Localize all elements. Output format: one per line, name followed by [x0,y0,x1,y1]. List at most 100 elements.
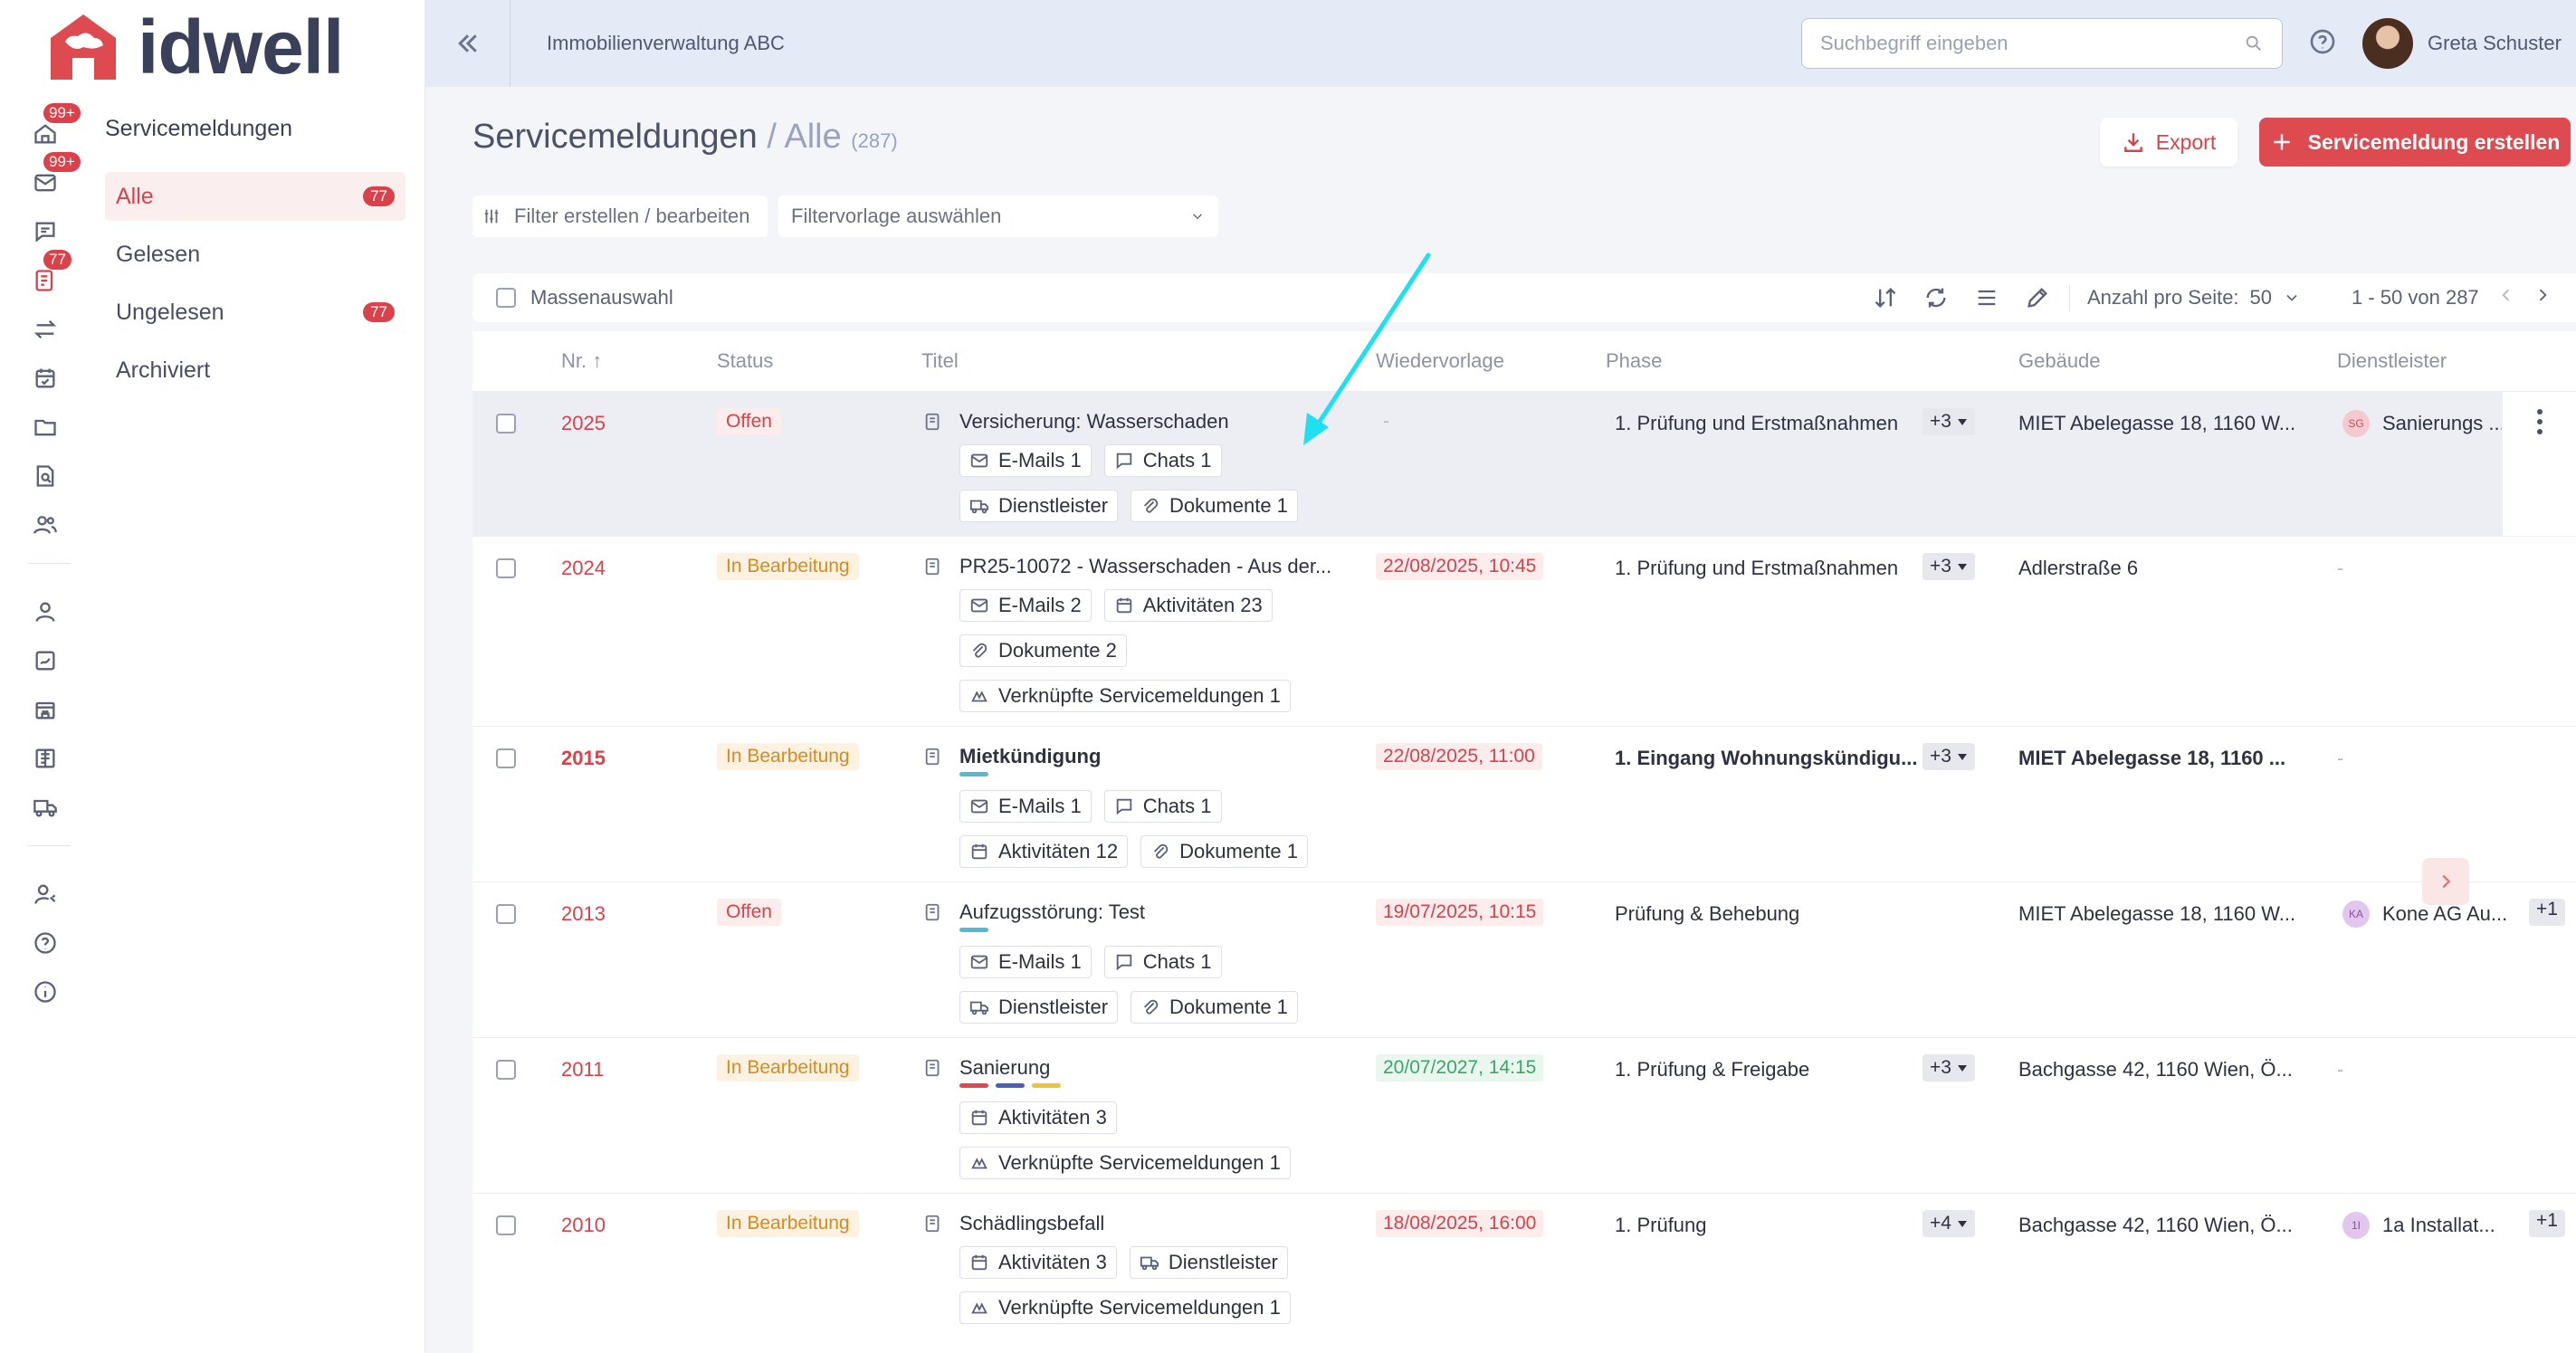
rail-transfer[interactable] [27,311,63,348]
ticket-number[interactable]: 2011 [561,1058,604,1081]
rail-contract[interactable] [27,643,63,679]
chip-dokumente[interactable]: Dokumente 2 [959,634,1127,667]
rail-help[interactable] [27,925,63,961]
row-checkbox[interactable] [496,414,516,434]
building-address[interactable]: Adlerstraße 6 [2018,557,2138,580]
building-address[interactable]: MIET Abelegasse 18, 1160 W... [2018,412,2295,435]
ticket-title[interactable]: PR25-10072 - Wasserschaden - Aus der... [959,555,1331,578]
column-header-status[interactable]: Status [717,349,773,373]
rail-home[interactable]: 99+ [27,103,81,152]
ticket-title[interactable]: Mietkündigung [959,745,1101,768]
row-checkbox[interactable] [496,1060,516,1080]
chip-aktivitaeten[interactable]: Aktivitäten 3 [959,1246,1117,1279]
filter-edit-button[interactable]: Filter erstellen / bearbeiten [472,195,768,237]
service-provider[interactable]: Sanierungs ... [2382,412,2505,435]
phase-more-button[interactable]: +3 [1922,1054,1975,1081]
phase-more-button[interactable]: +4 [1922,1210,1975,1237]
chip-dokumente[interactable]: Dokumente 1 [1131,991,1298,1024]
per-page-select[interactable]: Anzahl pro Seite: 50 [2087,286,2301,310]
rail-person[interactable] [27,594,63,630]
building-address[interactable]: MIET Abelegasse 18, 1160 ... [2018,747,2285,770]
row-actions-menu[interactable] [2502,392,2576,537]
ticket-title[interactable]: Aufzugsstörung: Test [959,900,1145,924]
filter-template-select[interactable]: Filtervorlage auswählen [778,195,1218,237]
chip-emails[interactable]: E-Mails 1 [959,946,1092,978]
ticket-number[interactable]: 2024 [561,557,606,580]
row-checkbox[interactable] [496,904,516,924]
chip-dienstleister[interactable]: Dienstleister [959,490,1119,522]
chip-dokumente[interactable]: Dokumente 1 [1140,835,1308,868]
chip-emails[interactable]: E-Mails 2 [959,589,1092,622]
subnav-item-alle[interactable]: Alle 77 [105,172,405,221]
help-button[interactable] [2308,27,2341,60]
chip-emails[interactable]: E-Mails 1 [959,444,1092,477]
subnav-item-gelesen[interactable]: Gelesen [105,230,405,279]
column-header-phase[interactable]: Phase [1606,349,1662,373]
ticket-title[interactable]: Schädlingsbefall [959,1212,1104,1235]
table-row[interactable]: 2025 Offen Versicherung: Wasserschaden E… [472,391,2576,537]
subnav-item-ungelesen[interactable]: Ungelesen 77 [105,288,405,337]
building-address[interactable]: Bachgasse 42, 1160 Wien, Ö... [2018,1214,2293,1237]
chip-chats[interactable]: Chats 1 [1103,946,1222,978]
rail-calendar[interactable] [27,360,63,396]
ticket-title[interactable]: Sanierung [959,1056,1050,1080]
expand-panel-button[interactable] [2422,858,2469,905]
ticket-title[interactable]: Versicherung: Wasserschaden [959,410,1229,434]
next-page-button[interactable] [2533,286,2552,310]
chip-aktivitaeten[interactable]: Aktivitäten 12 [959,835,1129,868]
service-provider[interactable]: Kone AG Au... [2382,902,2507,926]
phase-more-button[interactable]: +3 [1922,553,1975,580]
ticket-number[interactable]: 2010 [561,1214,606,1237]
table-row[interactable]: 2013 Offen Aufzugsstörung: Test E-Mails … [472,881,2576,1037]
table-row[interactable]: 2010 In Bearbeitung Schädlingsbefall Akt… [472,1193,2576,1353]
sort-button[interactable] [1872,284,1899,311]
row-checkbox[interactable] [496,1215,516,1235]
prev-page-button[interactable] [2497,286,2515,310]
column-header-gebaeude[interactable]: Gebäude [2018,349,2101,373]
subnav-item-archiviert[interactable]: Archiviert [105,346,405,395]
column-header-titel[interactable]: Titel [921,349,959,373]
provider-more-button[interactable]: +1 [2529,1210,2565,1237]
rail-users[interactable] [27,507,63,543]
user-menu[interactable]: Greta Schuster [2362,18,2562,69]
table-row[interactable]: 2011 In Bearbeitung Sanierung Aktivitäte… [472,1037,2576,1193]
chip-dokumente[interactable]: Dokumente 1 [1131,490,1298,522]
chip-dienstleister[interactable]: Dienstleister [1129,1246,1288,1279]
rail-truck[interactable] [27,789,63,825]
ticket-number[interactable]: 2015 [561,747,606,770]
export-button[interactable]: Export [2100,118,2237,167]
refresh-button[interactable] [1922,284,1950,311]
row-checkbox[interactable] [496,748,516,768]
building-address[interactable]: Bachgasse 42, 1160 Wien, Ö... [2018,1058,2293,1081]
rail-document-search[interactable] [27,458,63,494]
column-header-wiedervorlage[interactable]: Wiedervorlage [1376,349,1504,373]
rail-mail[interactable]: 99+ [27,152,81,201]
table-row[interactable]: 2015 In Bearbeitung Mietkündigung E-Mail… [472,726,2576,881]
rail-info[interactable] [27,974,63,1010]
phase-more-button[interactable]: +3 [1922,743,1975,770]
rail-building[interactable] [27,691,63,728]
chip-linked-tickets[interactable]: Verknüpfte Servicemeldungen 1 [959,1147,1291,1179]
collapse-sidebar-button[interactable] [425,0,510,87]
logo[interactable]: idwell [47,9,344,85]
row-checkbox[interactable] [496,558,516,578]
provider-more-button[interactable]: +1 [2529,899,2565,926]
chip-emails[interactable]: E-Mails 1 [959,790,1092,823]
chip-linked-tickets[interactable]: Verknüpfte Servicemeldungen 1 [959,1291,1291,1324]
service-provider[interactable]: 1a Installat... [2382,1214,2495,1237]
chip-aktivitaeten[interactable]: Aktivitäten 23 [1103,589,1273,622]
mass-select-checkbox[interactable] [496,288,516,308]
edit-button[interactable] [2024,284,2051,311]
ticket-number[interactable]: 2013 [561,902,606,926]
chip-linked-tickets[interactable]: Verknüpfte Servicemeldungen 1 [959,680,1291,712]
rail-chat[interactable] [27,214,63,250]
chip-chats[interactable]: Chats 1 [1103,790,1222,823]
column-header-dienstleister[interactable]: Dienstleister [2337,349,2447,373]
column-header-nr[interactable]: Nr. ↑ [561,349,602,373]
rail-service-tickets[interactable]: 77 [27,250,72,299]
rail-ledger[interactable] [27,740,63,777]
create-service-ticket-button[interactable]: Servicemeldung erstellen [2259,118,2571,167]
chip-chats[interactable]: Chats 1 [1103,444,1222,477]
rail-folder[interactable] [27,409,63,445]
table-row[interactable]: 2024 In Bearbeitung PR25-10072 - Wassers… [472,536,2576,726]
